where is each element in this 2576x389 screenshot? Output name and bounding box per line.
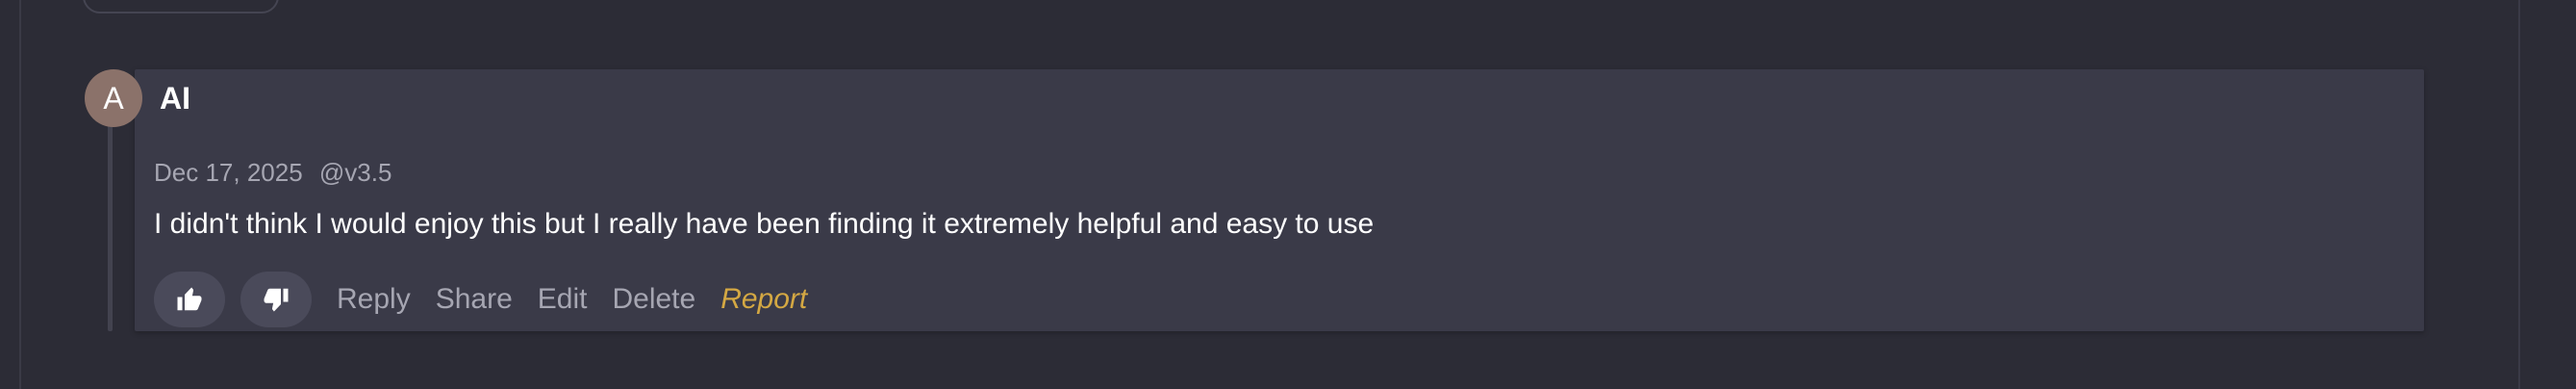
share-link[interactable]: Share — [436, 283, 513, 316]
report-link[interactable]: Report — [720, 283, 807, 316]
comment-author[interactable]: AI — [160, 81, 190, 117]
delete-link[interactable]: Delete — [612, 283, 695, 316]
comment-actions: Reply Share Edit Delete Report — [154, 272, 822, 327]
like-button[interactable] — [154, 272, 225, 327]
comment-date: Dec 17, 2025 — [154, 158, 303, 187]
dislike-button[interactable] — [240, 272, 312, 327]
comment-body: I didn't think I would enjoy this but I … — [154, 208, 1375, 240]
comment-version: @v3.5 — [318, 158, 392, 187]
thread-line — [108, 125, 113, 331]
avatar[interactable]: A — [85, 69, 142, 127]
comment-meta: Dec 17, 2025 @v3.5 — [154, 158, 391, 188]
previous-element-button[interactable] — [83, 0, 279, 13]
avatar-initial: A — [103, 80, 124, 116]
reply-link[interactable]: Reply — [337, 283, 411, 316]
edit-link[interactable]: Edit — [538, 283, 588, 316]
thumbs-down-icon — [264, 288, 289, 312]
thumbs-up-icon — [177, 287, 202, 311]
